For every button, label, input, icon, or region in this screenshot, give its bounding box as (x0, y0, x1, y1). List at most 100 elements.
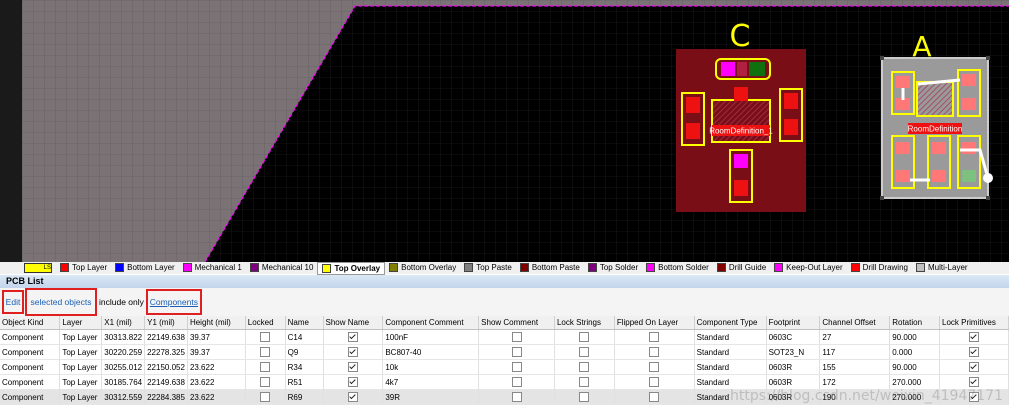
cell-kind[interactable]: Component (0, 344, 61, 360)
cell-layer[interactable]: Top Layer (59, 374, 103, 390)
cell-offset[interactable]: 190 (819, 389, 891, 405)
cell-x1[interactable]: 30185.764 (101, 374, 146, 390)
layer-tab-bottom-layer[interactable]: Bottom Layer (111, 262, 179, 273)
cell-type[interactable]: Standard (694, 359, 767, 375)
cell-layer[interactable]: Top Layer (59, 344, 103, 360)
cell-footprint[interactable]: 0603R (766, 374, 821, 390)
layer-tab-top-layer[interactable]: Top Layer (56, 262, 111, 273)
locked-checkbox[interactable] (260, 362, 271, 372)
cell-height[interactable]: 39.37 (187, 329, 246, 345)
cell-rotation[interactable]: 90.000 (889, 359, 941, 375)
pcb-canvas[interactable]: C RoomDefinition_1 A RoomDefinition (0, 0, 1009, 262)
cell-type[interactable]: Standard (694, 389, 767, 405)
cell-comment[interactable]: 4k7 (382, 374, 480, 390)
layer-tab-top-solder[interactable]: Top Solder (584, 262, 642, 273)
cell-kind[interactable]: Component (0, 329, 61, 345)
cell-rotation[interactable]: 270.000 (889, 374, 941, 390)
layer-tab-mechanical-1[interactable]: Mechanical 1 (179, 262, 246, 273)
cell-layer[interactable]: Top Layer (59, 329, 103, 345)
layer-tab-keep-out-layer[interactable]: Keep-Out Layer (770, 262, 846, 273)
cell-y1[interactable]: 22149.638 (144, 329, 188, 345)
flipped-checkbox[interactable] (649, 392, 660, 402)
column-header[interactable]: Layer (59, 316, 103, 330)
cell-name[interactable]: R69 (285, 389, 324, 405)
cell-x1[interactable]: 30220.259 (101, 344, 146, 360)
cell-x1[interactable]: 30255.012 (101, 359, 146, 375)
show-comment-checkbox[interactable] (511, 362, 522, 372)
show-comment-checkbox[interactable] (511, 392, 522, 402)
selected-objects-button[interactable]: selected objects (31, 297, 92, 307)
column-header[interactable]: Name (285, 316, 324, 330)
lock-prim-checkbox[interactable] (969, 332, 980, 342)
lock-strings-checkbox[interactable] (579, 362, 590, 372)
cell-y1[interactable]: 22284.385 (144, 389, 188, 405)
cell-kind[interactable]: Component (0, 374, 61, 390)
cell-comment[interactable]: BC807-40 (382, 344, 480, 360)
column-header[interactable]: Rotation (889, 316, 941, 330)
cell-layer[interactable]: Top Layer (59, 389, 103, 405)
cell-footprint[interactable]: 0603C (766, 329, 821, 345)
cell-rotation[interactable]: 0.000 (889, 344, 941, 360)
cell-offset[interactable]: 117 (819, 344, 891, 360)
layer-tab-multi-layer[interactable]: Multi-Layer (912, 262, 972, 273)
table-row[interactable]: Component Top Layer 30220.259 22278.325 39.3… (0, 344, 1009, 360)
layer-tab-bottom-overlay[interactable]: Bottom Overlay (385, 262, 460, 273)
layer-tab-drill-guide[interactable]: Drill Guide (713, 262, 770, 273)
show-comment-checkbox[interactable] (511, 377, 522, 387)
lock-prim-checkbox[interactable] (969, 362, 980, 372)
table-row[interactable]: Component Top Layer 30255.012 22150.052 23.6… (0, 359, 1009, 375)
cell-kind[interactable]: Component (0, 359, 61, 375)
locked-checkbox[interactable] (260, 332, 271, 342)
column-header[interactable]: Object Kind (0, 316, 61, 330)
pcb-list-table-container[interactable]: Object Kind Layer X1 (mil) Y1 (mil) Height (… (0, 316, 1009, 410)
show-name-checkbox[interactable] (347, 332, 358, 342)
cell-footprint[interactable]: SOT23_N (766, 344, 821, 360)
column-header[interactable]: X1 (mil) (101, 316, 146, 330)
layer-tab-bottom-paste[interactable]: Bottom Paste (516, 262, 584, 273)
lock-strings-checkbox[interactable] (579, 347, 590, 357)
table-row[interactable]: Component Top Layer 30185.764 22149.638 23.6… (0, 374, 1009, 390)
column-header[interactable]: Channel Offset (819, 316, 891, 330)
lock-prim-checkbox[interactable] (969, 392, 980, 402)
table-row[interactable]: Component Top Layer 30313.822 22149.638 39.3… (0, 329, 1009, 345)
cell-name[interactable]: C14 (285, 329, 324, 345)
show-comment-checkbox[interactable] (511, 332, 522, 342)
show-name-checkbox[interactable] (347, 362, 358, 372)
layer-tab-drill-drawing[interactable]: Drill Drawing (847, 262, 912, 273)
cell-name[interactable]: Q9 (285, 344, 324, 360)
column-header[interactable]: Component Type (694, 316, 767, 330)
cell-x1[interactable]: 30313.822 (101, 329, 146, 345)
cell-kind[interactable]: Component (0, 389, 61, 405)
flipped-checkbox[interactable] (649, 347, 660, 357)
flipped-checkbox[interactable] (649, 332, 660, 342)
cell-offset[interactable]: 172 (819, 374, 891, 390)
column-header[interactable]: Lock Strings (554, 316, 615, 330)
cell-height[interactable]: 23.622 (187, 359, 246, 375)
show-comment-checkbox[interactable] (511, 347, 522, 357)
current-layer-indicator[interactable]: LS (24, 263, 52, 273)
cell-height[interactable]: 39.37 (187, 344, 246, 360)
locked-checkbox[interactable] (260, 392, 271, 402)
cell-comment[interactable]: 10k (382, 359, 480, 375)
layer-tab-bottom-solder[interactable]: Bottom Solder (642, 262, 713, 273)
cell-comment[interactable]: 100nF (382, 329, 480, 345)
lock-prim-checkbox[interactable] (969, 377, 980, 387)
cell-type[interactable]: Standard (694, 374, 767, 390)
lock-strings-checkbox[interactable] (579, 377, 590, 387)
cell-comment[interactable]: 39R (382, 389, 480, 405)
column-header[interactable]: Component Comment (382, 316, 480, 330)
column-header[interactable]: Show Comment (478, 316, 555, 330)
cell-offset[interactable]: 27 (819, 329, 891, 345)
column-header[interactable]: Flipped On Layer (614, 316, 695, 330)
components-filter-link[interactable]: Components (150, 297, 198, 307)
cell-type[interactable]: Standard (694, 329, 767, 345)
cell-height[interactable]: 23.622 (187, 374, 246, 390)
column-header[interactable]: Height (mil) (187, 316, 246, 330)
cell-y1[interactable]: 22150.052 (144, 359, 188, 375)
layer-tab-top-paste[interactable]: Top Paste (460, 262, 516, 273)
cell-rotation[interactable]: 270.000 (889, 389, 941, 405)
layer-tab-mechanical-10[interactable]: Mechanical 10 (246, 262, 318, 273)
show-name-checkbox[interactable] (347, 392, 358, 402)
cell-footprint[interactable]: 0603R (766, 389, 821, 405)
column-header[interactable]: Locked (245, 316, 286, 330)
